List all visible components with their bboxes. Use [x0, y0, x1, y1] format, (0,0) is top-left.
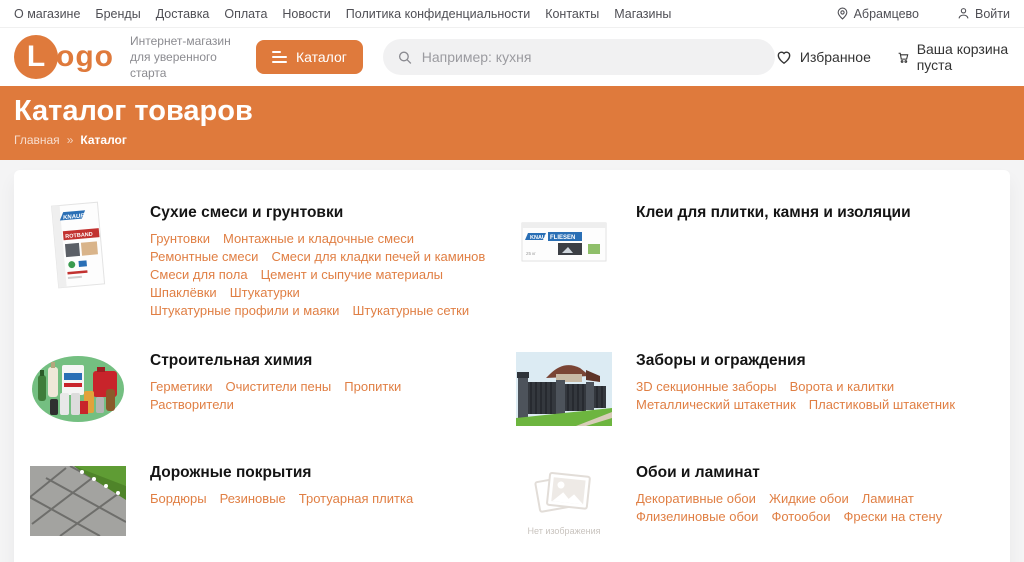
favorites-button[interactable]: Избранное — [775, 49, 871, 66]
location-pin-icon — [836, 7, 849, 20]
subcategory-link[interactable]: Смеси для пола — [150, 266, 248, 283]
cart-icon — [897, 49, 910, 66]
subcategory-links: 3D секционные заборы Ворота и калиткиМета… — [636, 378, 994, 414]
category-title-link[interactable]: Строительная химия — [150, 352, 508, 370]
breadcrumb: Главная » Каталог — [14, 133, 1010, 147]
top-nav-link-4[interactable]: Новости — [282, 7, 330, 21]
catalog-card: KNAUF ROTBAND Сухие смеси и грунтовки Гру… — [14, 170, 1010, 562]
category-title-link[interactable]: Клеи для плитки, камня и изоляции — [636, 204, 911, 222]
subcategory-link[interactable]: 3D секционные заборы — [636, 378, 777, 395]
category-block-0: KNAUF ROTBAND Сухие смеси и грунтовки Гру… — [30, 198, 508, 320]
logo-text: ogo — [56, 40, 114, 74]
subcategory-link[interactable]: Герметики — [150, 378, 213, 395]
cart-button[interactable]: Ваша корзина пуста — [897, 41, 1010, 73]
search-bar — [383, 39, 775, 75]
breadcrumb-home-link[interactable]: Главная — [14, 133, 60, 147]
subcategory-link[interactable]: Декоративные обои — [636, 490, 756, 507]
subcategory-links: Бордюры Резиновые Тротуарная плитка — [150, 490, 426, 508]
category-block-5: Нет изображения Обои и ламинат Декоративны… — [516, 458, 994, 544]
catalog-button-label: Каталог — [296, 49, 347, 65]
search-input[interactable] — [422, 49, 761, 65]
svg-text:KNAUF: KNAUF — [530, 235, 550, 241]
subcategory-link[interactable]: Смеси для кладки печей и каминов — [271, 248, 485, 265]
top-utility-bar: О магазине Бренды Доставка Оплата Новости Пол… — [0, 0, 1024, 28]
location-label: Абрамцево — [854, 7, 919, 21]
knauf-rotband-bag[interactable]: KNAUF ROTBAND — [30, 198, 126, 290]
subcategory-link[interactable]: Очистители пены — [226, 378, 332, 395]
top-nav-link-6[interactable]: Контакты — [545, 7, 599, 21]
heart-icon — [775, 49, 793, 66]
fence-photo[interactable] — [516, 346, 612, 432]
top-nav-link-1[interactable]: Бренды — [95, 7, 140, 21]
hamburger-icon — [272, 51, 287, 63]
no-image-caption: Нет изображения — [528, 526, 601, 536]
category-block-4: Дорожные покрытия Бордюры Резиновые Тротуар… — [30, 458, 508, 544]
subcategory-link[interactable]: Ворота и калитки — [790, 378, 895, 395]
subcategory-link[interactable]: Пластиковый штакетник — [809, 396, 955, 413]
subcategory-link[interactable]: Бордюры — [150, 490, 207, 507]
top-nav: О магазине Бренды Доставка Оплата Новости Пол… — [14, 7, 671, 21]
user-icon — [957, 7, 970, 20]
page-title: Каталог товаров — [14, 95, 1010, 128]
category-block-2: Строительная химия Герметики Очистители пе… — [30, 346, 508, 432]
category-title-link[interactable]: Обои и ламинат — [636, 464, 994, 482]
top-nav-link-3[interactable]: Оплата — [224, 7, 267, 21]
category-title-link[interactable]: Заборы и ограждения — [636, 352, 994, 370]
svg-text:25 кг: 25 кг — [526, 251, 536, 256]
breadcrumb-current: Каталог — [80, 133, 127, 147]
site-tagline: Интернет-магазин для уверенного старта — [130, 33, 240, 82]
subcategory-link[interactable]: Шпаклёвки — [150, 284, 217, 301]
category-title-link[interactable]: Дорожные покрытия — [150, 464, 426, 482]
no-image-placeholder[interactable]: Нет изображения — [516, 458, 612, 544]
subcategory-link[interactable]: Ламинат — [862, 490, 914, 507]
top-nav-link-7[interactable]: Магазины — [614, 7, 671, 21]
subcategory-link[interactable]: Монтажные и кладочные смеси — [223, 230, 414, 247]
subcategory-link[interactable]: Флизелиновые обои — [636, 508, 758, 525]
category-grid: KNAUF ROTBAND Сухие смеси и грунтовки Гру… — [30, 198, 994, 544]
subcategory-link[interactable]: Штукатурные профили и маяки — [150, 302, 339, 319]
login-button[interactable]: Войти — [957, 7, 1010, 21]
catalog-button[interactable]: Каталог — [256, 40, 363, 74]
knauf-fliesen-bag[interactable]: KNAUF FLIESEN 25 кг — [516, 198, 612, 284]
breadcrumb-separator: » — [67, 133, 74, 147]
cart-status-label: Ваша корзина пуста — [917, 41, 1010, 73]
subcategory-link[interactable]: Фрески на стену — [843, 508, 942, 525]
subcategory-link[interactable]: Грунтовки — [150, 230, 210, 247]
site-header: L ogo Интернет-магазин для уверенного ст… — [0, 28, 1024, 86]
subcategory-link[interactable]: Штукатурки — [230, 284, 300, 301]
subcategory-link[interactable]: Фотообои — [771, 508, 830, 525]
favorites-label: Избранное — [800, 49, 871, 65]
login-label: Войти — [975, 7, 1010, 21]
svg-text:FLIESEN: FLIESEN — [550, 235, 575, 241]
category-block-1: KNAUF FLIESEN 25 кг Клеи для плитки, кам… — [516, 198, 994, 320]
subcategory-link[interactable]: Металлический штакетник — [636, 396, 796, 413]
subcategory-link[interactable]: Цемент и сыпучие материалы — [261, 266, 443, 283]
subcategory-links: Грунтовки Монтажные и кладочные смесиРемо… — [150, 230, 508, 320]
top-nav-link-5[interactable]: Политика конфиденциальности — [346, 7, 530, 21]
subcategory-link[interactable]: Тротуарная плитка — [299, 490, 413, 507]
subcategory-link[interactable]: Пропитки — [344, 378, 401, 395]
subcategory-links: Декоративные обои Жидкие обои Ламинат Флизе… — [636, 490, 994, 526]
subcategory-link[interactable]: Штукатурные сетки — [352, 302, 469, 319]
subcategory-link[interactable]: Резиновые — [220, 490, 286, 507]
category-block-3: Заборы и ограждения 3D секционные заборы В… — [516, 346, 994, 432]
search-icon — [397, 49, 413, 66]
top-nav-link-2[interactable]: Доставка — [156, 7, 210, 21]
chemistry-products[interactable] — [30, 346, 126, 432]
subcategory-link[interactable]: Растворители — [150, 396, 234, 413]
subcategory-link[interactable]: Ремонтные смеси — [150, 248, 258, 265]
subcategory-link[interactable]: Жидкие обои — [769, 490, 849, 507]
page-banner: Каталог товаров Главная » Каталог — [0, 86, 1024, 160]
top-nav-link-0[interactable]: О магазине — [14, 7, 80, 21]
location-selector[interactable]: Абрамцево — [836, 7, 919, 21]
site-logo[interactable]: L ogo — [14, 35, 114, 79]
paving-tiles-photo[interactable] — [30, 458, 126, 544]
logo-circle: L — [14, 35, 58, 79]
category-title-link[interactable]: Сухие смеси и грунтовки — [150, 204, 508, 222]
subcategory-links: Герметики Очистители пены Пропитки Раствори… — [150, 378, 508, 414]
